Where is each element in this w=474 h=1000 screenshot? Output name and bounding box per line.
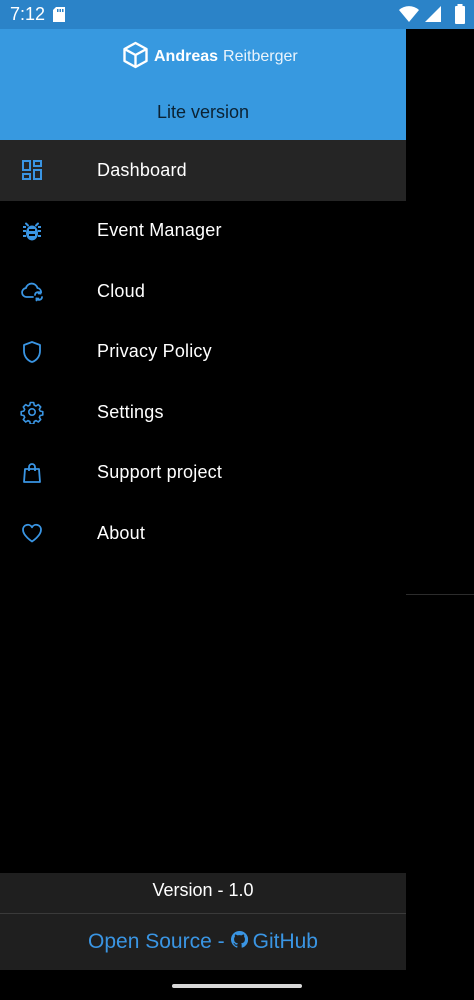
github-icon xyxy=(230,930,248,954)
bug-icon xyxy=(20,219,44,243)
drawer-menu: Dashboard Event Manager Cloud Privacy Po… xyxy=(0,140,406,564)
background-divider xyxy=(406,594,474,595)
menu-item-settings[interactable]: Settings xyxy=(0,382,406,443)
cell-signal-icon xyxy=(425,6,441,27)
status-bar: 7:12 xyxy=(0,0,474,29)
system-navigation-bar xyxy=(0,971,474,1000)
shield-icon xyxy=(20,340,44,364)
github-label: GitHub xyxy=(252,930,318,953)
menu-item-dashboard[interactable]: Dashboard xyxy=(0,140,406,201)
menu-item-privacy-policy[interactable]: Privacy Policy xyxy=(0,322,406,383)
brand-name-bold: Andreas xyxy=(154,48,219,65)
menu-item-support-project[interactable]: Support project xyxy=(0,443,406,504)
status-time: 7:12 xyxy=(10,4,46,24)
sd-card-icon xyxy=(53,7,65,27)
menu-item-label: Settings xyxy=(97,401,164,422)
menu-item-label: Event Manager xyxy=(97,220,222,241)
navigation-drawer: Andreas Reitberger Lite version Dashboar… xyxy=(0,29,406,1000)
menu-item-cloud[interactable]: Cloud xyxy=(0,261,406,322)
status-icons xyxy=(399,6,441,27)
home-gesture-handle[interactable] xyxy=(172,984,302,988)
cloud-sync-icon xyxy=(20,279,44,303)
gear-icon xyxy=(20,400,44,426)
heart-icon xyxy=(20,521,44,545)
edition-label: Lite version xyxy=(156,102,250,122)
menu-item-about[interactable]: About xyxy=(0,503,406,564)
menu-item-label: About xyxy=(97,522,146,543)
drawer-header: Andreas Reitberger Lite version xyxy=(0,29,406,140)
menu-item-label: Dashboard xyxy=(97,159,187,180)
drawer-scrim[interactable] xyxy=(406,29,474,1000)
cube-logo-icon xyxy=(122,41,149,74)
open-source-github-link[interactable]: Open Source - GitHub xyxy=(0,914,406,970)
dashboard-icon xyxy=(20,158,44,182)
brand-logo: Andreas Reitberger xyxy=(122,41,298,73)
brand-name-light: Reitberger xyxy=(223,48,298,65)
menu-item-label: Cloud xyxy=(97,280,146,301)
open-source-label: Open Source - xyxy=(88,930,225,953)
shopping-bag-icon xyxy=(20,461,44,485)
menu-item-label: Privacy Policy xyxy=(97,341,212,362)
battery-icon xyxy=(454,4,466,29)
app-version: Version - 1.0 xyxy=(0,873,406,913)
wifi-icon xyxy=(399,6,419,27)
menu-item-label: Support project xyxy=(97,462,223,483)
github-link-group: GitHub xyxy=(230,930,318,954)
menu-item-event-manager[interactable]: Event Manager xyxy=(0,201,406,262)
